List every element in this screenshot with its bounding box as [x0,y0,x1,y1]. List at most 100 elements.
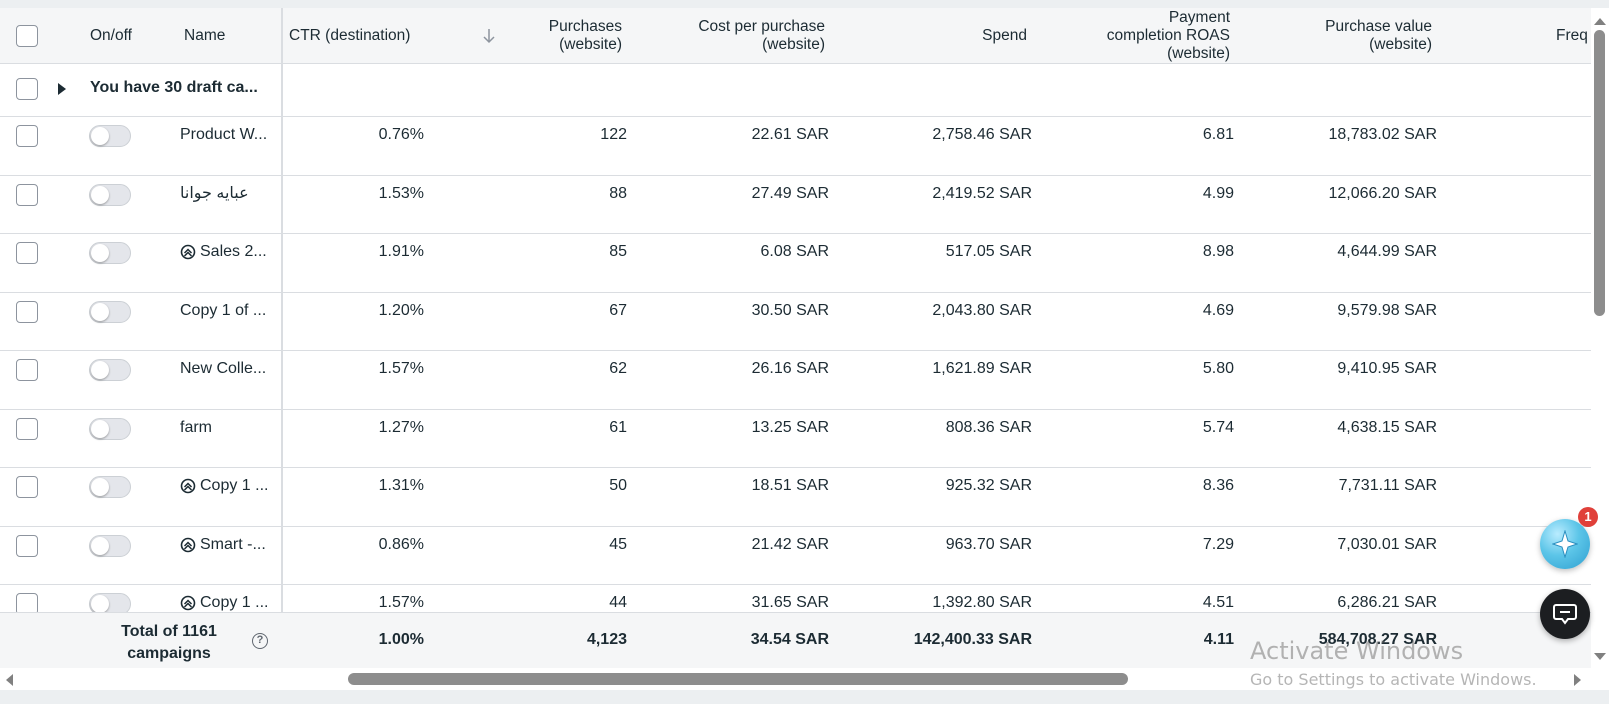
row-checkbox[interactable] [16,417,38,440]
total-spend: 142,400.33 SAR [913,631,1032,648]
row-purchase-value: 9,579.98 SAR [1337,301,1437,319]
chat-bubble-icon [1553,604,1577,625]
header-cost-per-purchase[interactable]: Cost per purchase (website) [640,18,825,54]
row-campaign-name[interactable]: Copy 1 ... [200,593,268,613]
header-purchase-value[interactable]: Purchase value (website) [1270,18,1432,54]
campaign-onoff-toggle[interactable] [89,125,131,147]
table-row[interactable]: Smart -... 0.86% 45 21.42 SAR 963.70 SAR 7.29… [0,526,1591,585]
row-ctr: 1.91% [378,243,424,260]
advantage-plus-icon [180,595,196,611]
draft-campaigns-row[interactable]: You have 30 draft ca... [0,64,1591,117]
scroll-down-arrow-icon[interactable] [1594,653,1606,660]
row-roas: 4.51 [1202,594,1234,611]
horizontal-scroll-thumb[interactable] [348,673,1128,685]
row-purchase-value: 4,644.99 SAR [1337,243,1437,260]
table-row[interactable]: Copy 1 of ... 1.20% 67 30.50 SAR 2,043.80 SA… [0,292,1591,351]
row-purchase-value: 7,731.11 SAR [1338,477,1437,494]
table-row[interactable]: Copy 1 ... 1.31% 50 18.51 SAR 925.32 SAR 8.36… [0,468,1591,527]
campaign-onoff-toggle[interactable] [89,359,131,381]
header-ctr-destination[interactable]: CTR (destination) [289,27,410,45]
header-purchases[interactable]: Purchases (website) [500,18,622,54]
row-roas: 7.29 [1202,535,1234,553]
row-purchase-value: 7,030.01 SAR [1337,535,1437,553]
table-row[interactable]: عبايه جوانا 1.53% 88 27.49 SAR 2,419.52 SAR 4… [0,175,1591,234]
advantage-plus-icon [180,244,196,260]
row-campaign-name[interactable]: Smart -... [200,535,266,555]
row-cost-per-purchase: 6.08 SAR [760,243,829,260]
header-frequency[interactable]: Freq [1556,27,1588,45]
row-purchase-value: 4,638.15 SAR [1337,418,1437,436]
row-purchases: 85 [609,243,627,260]
total-campaigns-label: Total of 1161 campaigns [100,621,238,665]
row-ctr: 0.76% [378,126,424,143]
row-campaign-name[interactable]: عبايه جوانا [180,184,249,204]
total-line1: Total of 1161 [121,623,217,640]
vertical-scrollbar[interactable] [1591,8,1609,668]
scroll-right-arrow-icon[interactable] [1574,674,1581,686]
header-purchases-line2: (website) [559,36,622,53]
row-campaign-name[interactable]: farm [180,418,212,438]
row-checkbox[interactable] [16,242,38,264]
help-icon[interactable]: ? [252,633,268,649]
row-campaign-name[interactable]: Product W... [180,125,267,145]
draft-row-checkbox[interactable] [16,78,38,100]
row-campaign-name[interactable]: Copy 1 of ... [180,301,266,321]
row-purchases: 61 [609,418,627,436]
row-purchases: 67 [609,301,627,319]
campaign-onoff-toggle[interactable] [89,183,131,206]
row-checkbox[interactable] [16,125,38,147]
row-ctr: 1.57% [378,360,424,377]
campaign-onoff-toggle[interactable] [89,476,131,498]
table-row[interactable]: Sales 2... 1.91% 85 6.08 SAR 517.05 SAR 8.98 4… [0,234,1591,293]
row-checkbox[interactable] [16,300,38,323]
row-checkbox[interactable] [16,476,38,498]
row-roas: 6.81 [1202,126,1234,143]
chat-button[interactable] [1540,589,1590,639]
row-purchases: 88 [609,184,627,202]
header-purchase-value-line2: (website) [1369,36,1432,53]
campaign-onoff-toggle[interactable] [89,534,131,557]
row-purchases: 45 [609,535,627,553]
row-spend: 517.05 SAR [945,243,1032,260]
activate-windows-title: Activate Windows [1250,637,1464,665]
row-spend: 963.70 SAR [945,535,1032,553]
campaign-onoff-toggle[interactable] [89,300,131,323]
row-purchase-value: 12,066.20 SAR [1328,184,1437,202]
row-spend: 925.32 SAR [945,477,1032,494]
total-purchases: 4,123 [586,631,627,648]
ai-assistant-button[interactable] [1540,519,1590,569]
header-spend[interactable]: Spend [880,27,1027,45]
campaign-onoff-toggle[interactable] [89,242,131,264]
row-campaign-name[interactable]: Sales 2... [200,242,267,262]
row-checkbox[interactable] [16,183,38,206]
select-all-checkbox[interactable] [16,25,38,47]
row-ctr: 1.27% [378,418,424,436]
row-spend: 2,758.46 SAR [932,126,1032,143]
table-row[interactable]: Product W... 0.76% 122 22.61 SAR 2,758.46 SA… [0,117,1591,176]
scroll-up-arrow-icon[interactable] [1594,18,1606,25]
row-roas: 5.74 [1202,418,1234,436]
scroll-left-arrow-icon[interactable] [6,674,13,686]
expand-caret-icon[interactable] [58,83,66,95]
table-row[interactable]: farm 1.27% 61 13.25 SAR 808.36 SAR 5.74 4,638.… [0,409,1591,468]
arrow-down-icon[interactable] [482,26,496,46]
row-campaign-name[interactable]: Copy 1 ... [200,476,268,496]
header-cost-per-purchase-line1: Cost per purchase [698,18,825,35]
header-cost-per-purchase-line2: (website) [762,36,825,53]
row-campaign-name[interactable]: New Colle... [180,359,266,379]
row-purchase-value: 9,410.95 SAR [1337,360,1437,377]
draft-campaigns-label[interactable]: You have 30 draft ca... [90,78,258,98]
table-row[interactable]: New Colle... 1.57% 62 26.16 SAR 1,621.89 SAR… [0,351,1591,410]
header-payment-completion-roas[interactable]: Payment completion ROAS (website) [1060,9,1230,63]
notification-badge: 1 [1578,507,1598,527]
row-checkbox[interactable] [16,359,38,381]
campaign-onoff-toggle[interactable] [89,417,131,440]
header-onoff[interactable]: On/off [90,27,132,45]
vertical-scroll-thumb[interactable] [1594,30,1605,316]
row-ctr: 1.57% [378,594,424,611]
row-purchases: 50 [609,477,627,494]
row-ctr: 1.20% [378,301,424,319]
header-name[interactable]: Name [184,27,225,45]
row-checkbox[interactable] [16,534,38,557]
row-roas: 8.36 [1202,477,1234,494]
